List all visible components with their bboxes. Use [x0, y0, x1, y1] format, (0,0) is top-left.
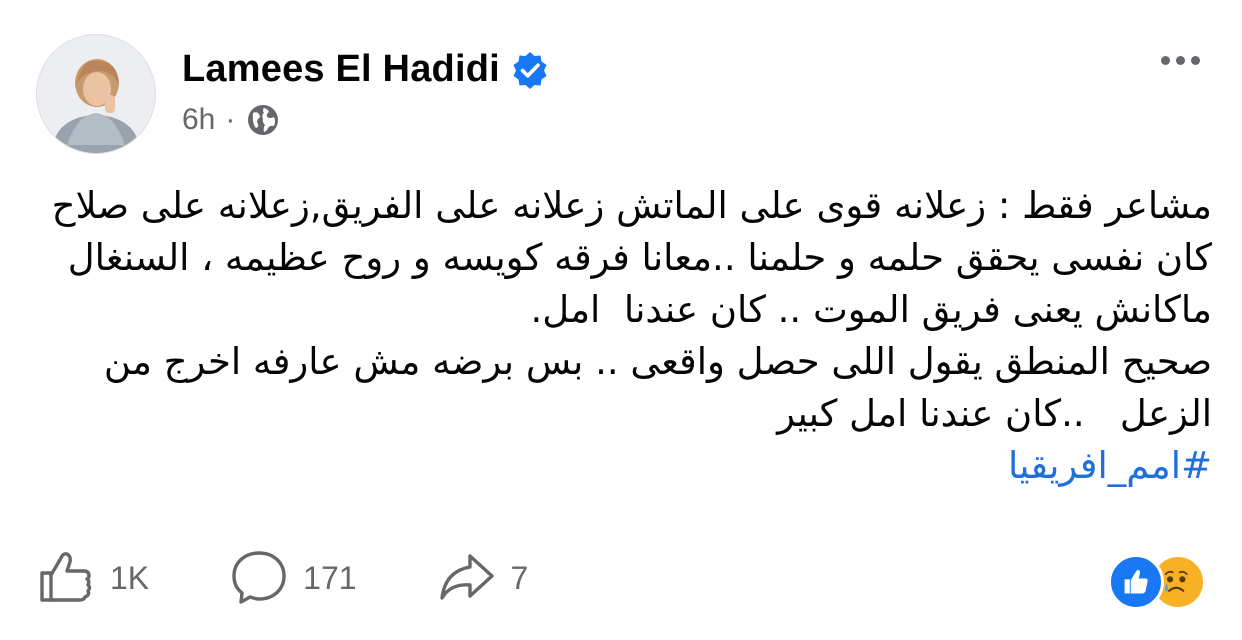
like-button[interactable]: 1K: [36, 546, 149, 611]
like-count: 1K: [110, 559, 150, 596]
like-reaction-icon: [1108, 554, 1164, 610]
meta-separator: ·: [225, 103, 236, 136]
hashtag-link[interactable]: #امم_افريقيا: [36, 440, 1212, 492]
reaction-summary[interactable]: [1108, 554, 1208, 610]
share-button[interactable]: 7: [437, 546, 529, 611]
comment-icon: [229, 546, 289, 611]
post-timestamp[interactable]: 6h: [182, 103, 215, 137]
author-name[interactable]: Lamees El Hadidi: [182, 48, 500, 91]
comment-button[interactable]: 171: [229, 546, 357, 611]
post-actions: 1K 171 7: [36, 548, 608, 608]
share-arrow-icon: [437, 546, 497, 611]
globe-icon[interactable]: [245, 102, 281, 138]
post-text: مشاعر فقط : زعلانه قوى على الماتش زعلانه…: [51, 184, 1212, 435]
comment-count: 171: [303, 559, 357, 596]
post-body: مشاعر فقط : زعلانه قوى على الماتش زعلانه…: [36, 180, 1212, 492]
author-name-row: Lamees El Hadidi: [182, 48, 550, 91]
profile-photo: [37, 35, 155, 153]
post-meta: 6h ·: [182, 102, 281, 138]
verified-badge-icon: [510, 50, 550, 90]
more-options-icon[interactable]: [1161, 56, 1200, 65]
thumbs-up-icon: [36, 546, 96, 611]
post-header: Lamees El Hadidi 6h ·: [36, 34, 1212, 154]
author-avatar[interactable]: [36, 34, 156, 154]
share-count: 7: [510, 559, 529, 596]
